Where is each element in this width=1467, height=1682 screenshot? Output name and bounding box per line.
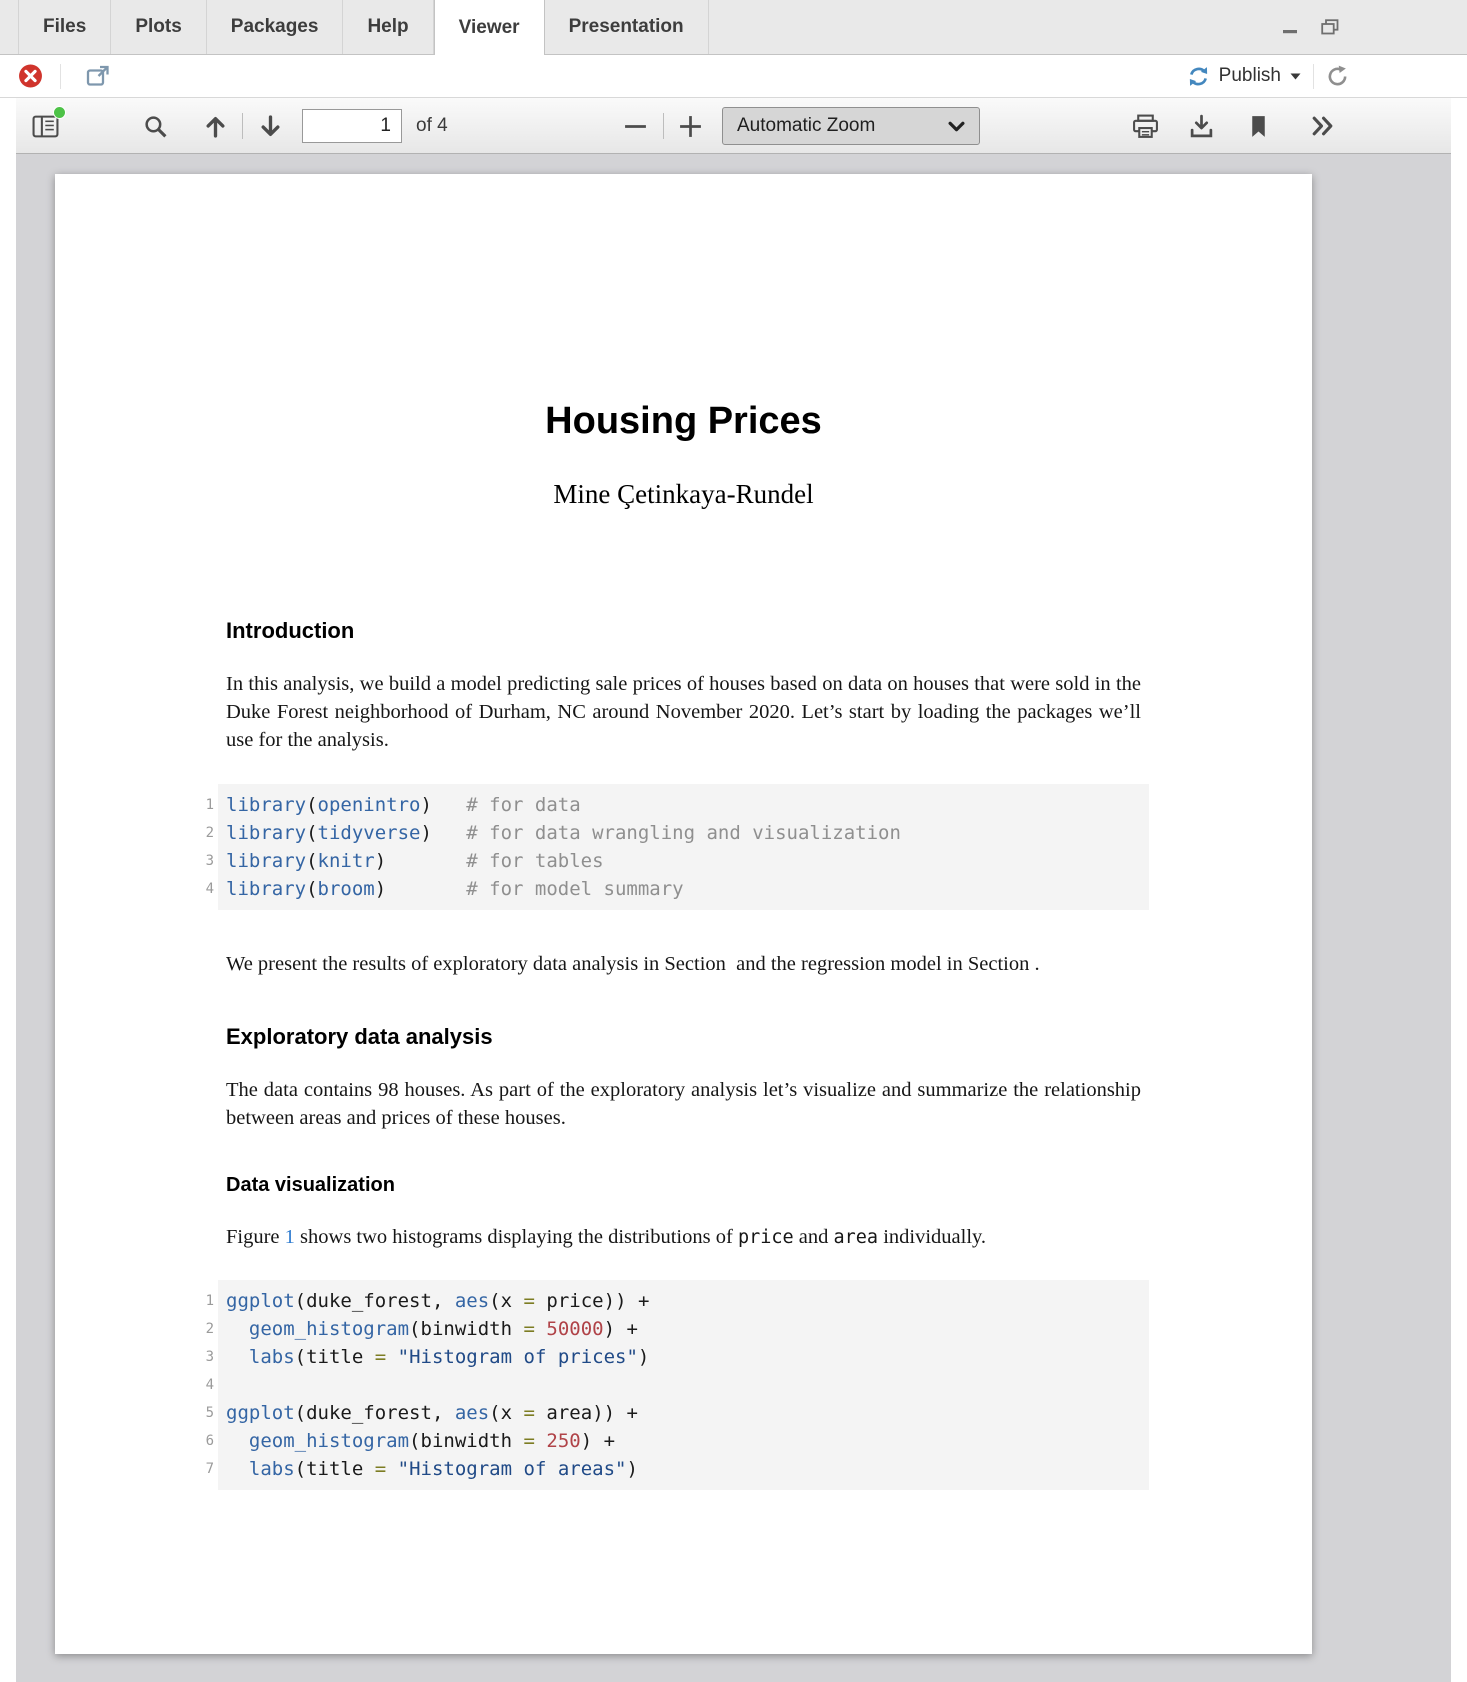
arrow-up-icon — [205, 115, 226, 138]
eda-paragraph: The data contains 98 houses. As part of … — [226, 1076, 1141, 1132]
code-line-number: 5 — [188, 1399, 214, 1427]
plus-icon — [678, 114, 703, 139]
pdf-page: Housing Prices Mine Çetinkaya-Rundel Int… — [55, 174, 1312, 1654]
minimize-icon — [1282, 19, 1299, 35]
section-heading-introduction: Introduction — [226, 618, 1141, 644]
toolbar-separator — [242, 113, 243, 139]
code-line: 6 geom_histogram(binwidth = 250) + — [226, 1427, 1141, 1455]
document-title: Housing Prices — [226, 400, 1141, 443]
code-line-number: 1 — [188, 1287, 214, 1315]
republish-icon — [1187, 65, 1210, 88]
toolbar-separator — [663, 113, 664, 139]
page-number-input[interactable] — [302, 109, 402, 143]
inline-code-area: area — [834, 1227, 879, 1248]
figure-text: Figure — [226, 1226, 285, 1248]
pane-tabs: FilesPlotsPackagesHelpViewerPresentation — [18, 0, 709, 54]
page-count-label: of 4 — [416, 98, 448, 154]
search-icon — [143, 114, 168, 139]
figure-text: individually. — [878, 1226, 986, 1248]
zoom-out-button[interactable] — [618, 109, 652, 143]
viewer-secondary-toolbar: Publish — [0, 55, 1467, 98]
arrow-down-icon — [260, 115, 281, 138]
double-chevron-right-icon — [1309, 115, 1336, 137]
bookmark-button[interactable] — [1241, 109, 1275, 143]
code-line-number: 1 — [188, 791, 214, 819]
code-line-number: 3 — [188, 1343, 214, 1371]
stop-button[interactable] — [18, 64, 43, 89]
code-line: 1library(openintro) # for data — [226, 791, 1141, 819]
code-line: 2 geom_histogram(binwidth = 50000) + — [226, 1315, 1141, 1343]
code-block-libraries: 1library(openintro) # for data2library(t… — [218, 784, 1149, 910]
zoom-select[interactable]: Automatic Zoom — [722, 107, 980, 145]
code-line-number: 2 — [188, 819, 214, 847]
code-block-histograms: 1ggplot(duke_forest, aes(x = price)) +2 … — [218, 1280, 1149, 1490]
tab-help[interactable]: Help — [343, 0, 433, 54]
tab-presentation[interactable]: Presentation — [545, 0, 709, 54]
figure-text: and — [794, 1226, 834, 1248]
publish-area: Publish — [1187, 55, 1467, 97]
tab-viewer[interactable]: Viewer — [434, 0, 545, 55]
section-heading-eda: Exploratory data analysis — [226, 1024, 1141, 1050]
sidebar-toggle-icon — [32, 115, 59, 138]
print-button[interactable] — [1128, 109, 1162, 143]
publish-button[interactable]: Publish — [1187, 65, 1301, 88]
pdf-viewer-frame: of 4 Automatic Zoom — [16, 98, 1451, 1682]
minus-icon — [623, 114, 648, 139]
save-button[interactable] — [1184, 109, 1218, 143]
minimize-pane-button[interactable] — [1282, 19, 1299, 35]
refresh-icon — [1326, 65, 1349, 88]
figure-paragraph: Figure 1 shows two histograms displaying… — [226, 1223, 1141, 1252]
next-page-button[interactable] — [253, 109, 287, 143]
pane-tabbar: FilesPlotsPackagesHelpViewerPresentation — [0, 0, 1467, 55]
code-line-number: 7 — [188, 1455, 214, 1483]
introduction-paragraph: In this analysis, we build a model predi… — [226, 670, 1141, 754]
subsection-heading-data-visualization: Data visualization — [226, 1174, 1141, 1197]
code-line: 5ggplot(duke_forest, aes(x = area)) + — [226, 1399, 1141, 1427]
zoom-in-button[interactable] — [673, 109, 707, 143]
code-line: 4 — [226, 1371, 1141, 1399]
pane-controls — [1282, 0, 1339, 54]
tab-plots[interactable]: Plots — [111, 0, 206, 54]
code-line-number: 2 — [188, 1315, 214, 1343]
pdf-viewport[interactable]: Housing Prices Mine Çetinkaya-Rundel Int… — [16, 154, 1451, 1682]
code-line: 4library(broom) # for model summary — [226, 875, 1141, 903]
figure-text: shows two histograms displaying the dist… — [295, 1226, 738, 1248]
find-button[interactable] — [138, 109, 172, 143]
stop-icon — [18, 64, 43, 89]
document-author: Mine Çetinkaya-Rundel — [226, 479, 1141, 510]
inline-code-price: price — [738, 1227, 794, 1248]
sidebar-notification-dot — [53, 106, 66, 119]
code-line-number: 3 — [188, 847, 214, 875]
bookmark-icon — [1249, 114, 1268, 139]
code-line: 3library(knitr) # for tables — [226, 847, 1141, 875]
pdf-toolbar: of 4 Automatic Zoom — [16, 98, 1451, 154]
code-line: 2library(tidyverse) # for data wrangling… — [226, 819, 1141, 847]
toolbar-separator — [60, 64, 61, 89]
previous-page-button[interactable] — [198, 109, 232, 143]
code-line-number: 4 — [188, 875, 214, 903]
download-icon — [1189, 114, 1214, 139]
more-tools-button[interactable] — [1305, 109, 1339, 143]
code-line-number: 6 — [188, 1427, 214, 1455]
popout-icon — [86, 65, 110, 88]
sidebar-toggle-button[interactable] — [28, 109, 62, 143]
code-line-number: 4 — [188, 1371, 214, 1399]
popout-button[interactable] — [86, 65, 110, 88]
maximize-icon — [1321, 19, 1339, 35]
tab-files[interactable]: Files — [18, 0, 111, 54]
code-line: 1ggplot(duke_forest, aes(x = price)) + — [226, 1287, 1141, 1315]
code-line: 7 labs(title = "Histogram of areas") — [226, 1455, 1141, 1483]
maximize-pane-button[interactable] — [1321, 19, 1339, 35]
zoom-selected-label: Automatic Zoom — [737, 115, 948, 137]
figure-1-link[interactable]: 1 — [285, 1226, 295, 1248]
tab-packages[interactable]: Packages — [207, 0, 344, 54]
code-line: 3 labs(title = "Histogram of prices") — [226, 1343, 1141, 1371]
refresh-button[interactable] — [1326, 65, 1349, 88]
toolbar-separator — [1313, 64, 1314, 89]
chevron-down-icon — [948, 121, 965, 132]
publish-label: Publish — [1219, 65, 1281, 87]
sections-reference-paragraph: We present the results of exploratory da… — [226, 950, 1141, 978]
publish-dropdown-caret-icon — [1290, 73, 1301, 80]
print-icon — [1132, 114, 1159, 139]
